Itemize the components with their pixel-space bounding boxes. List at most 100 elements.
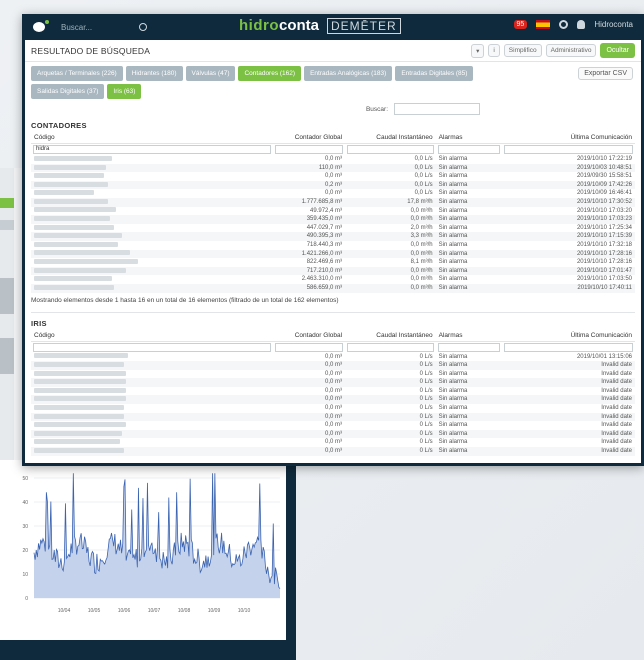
table-row[interactable]: 0,0 m³ 0 L/s Sin alarma 2019/10/01 13:15:06 bbox=[31, 353, 635, 362]
filter-toggle[interactable]: ▾ bbox=[471, 43, 485, 58]
simplified-view-button[interactable]: Simplifico bbox=[503, 44, 542, 57]
export-csv-button[interactable]: Exportar CSV bbox=[578, 67, 633, 80]
admin-view-button[interactable]: Administrativo bbox=[545, 44, 597, 57]
cell-code-redacted[interactable] bbox=[31, 232, 273, 241]
table-row[interactable]: 359.435,0 m³ 0,0 m³/h Sin alarma 2019/10/10… bbox=[31, 215, 635, 224]
column-header-flow[interactable]: Caudal Instantáneo bbox=[345, 132, 436, 144]
table-row[interactable]: 0,0 m³ 0 L/s Sin alarma Invalid date bbox=[31, 438, 635, 447]
table-row[interactable]: 0,0 m³ 0 L/s Sin alarma Invalid date bbox=[31, 447, 635, 456]
last-comm-filter-input[interactable] bbox=[504, 145, 633, 154]
hide-button[interactable]: Ocultar bbox=[600, 43, 635, 58]
settings-gear-icon[interactable] bbox=[559, 20, 569, 29]
table-row[interactable]: 717.210,0 m³ 0,0 m³/h Sin alarma 2019/10/10… bbox=[31, 266, 635, 276]
global-filter-input[interactable] bbox=[274, 145, 344, 154]
cell-code-redacted[interactable] bbox=[31, 404, 273, 413]
table-row[interactable]: 0,0 m³ 0 L/s Sin alarma Invalid date bbox=[31, 395, 635, 405]
cell-code-redacted[interactable] bbox=[31, 429, 273, 439]
cell-code-redacted[interactable] bbox=[31, 155, 273, 164]
table-row[interactable]: 1.777.685,8 m³ 17,8 m³/h Sin alarma 2019/10… bbox=[31, 197, 635, 207]
cell-code-redacted[interactable] bbox=[31, 395, 273, 405]
cell-code-redacted[interactable] bbox=[31, 197, 273, 207]
table-search-input[interactable] bbox=[394, 103, 481, 115]
table-row[interactable]: 0,2 m³ 0,0 L/s Sin alarma 2019/10/09 17:42:… bbox=[31, 180, 635, 190]
table-row[interactable]: 822.469,6 m³ 8,1 m³/h Sin alarma 2019/10/10… bbox=[31, 258, 635, 267]
table-row[interactable]: 0,0 m³ 0 L/s Sin alarma Invalid date bbox=[31, 370, 635, 379]
code-filter-input[interactable]: hidra bbox=[33, 145, 271, 154]
table-row[interactable]: 0,0 m³ 0 L/s Sin alarma Invalid date bbox=[31, 421, 635, 430]
cell-code-redacted[interactable] bbox=[31, 189, 273, 198]
tab-0[interactable]: Arquetas / Terminales (226) bbox=[31, 66, 123, 81]
tab-5[interactable]: Entradas Digitales (85) bbox=[395, 66, 474, 81]
table-row[interactable]: 0,0 m³ 0 L/s Sin alarma Invalid date bbox=[31, 361, 635, 370]
cell-code-redacted[interactable] bbox=[31, 180, 273, 190]
user-menu[interactable]: Hidroconta bbox=[594, 20, 633, 29]
cell-code-redacted[interactable] bbox=[31, 215, 273, 224]
cell-flow: 0,0 m³/h bbox=[345, 266, 436, 276]
column-header-code[interactable]: Código bbox=[31, 329, 273, 342]
table-row[interactable]: 0,0 m³ 0 L/s Sin alarma Invalid date bbox=[31, 412, 635, 422]
column-header-alarms[interactable]: Alarmas bbox=[435, 132, 503, 144]
table-row[interactable]: 2.463.310,0 m³ 0,0 m³/h Sin alarma 2019/10/… bbox=[31, 275, 635, 284]
table-row[interactable]: 1.421.266,0 m³ 0,0 m³/h Sin alarma 2019/10/… bbox=[31, 249, 635, 259]
cell-code-redacted[interactable] bbox=[31, 370, 273, 379]
table-row[interactable]: 0,0 m³ 0,0 L/s Sin alarma 2019/10/10 17:22:… bbox=[31, 155, 635, 164]
cell-code-redacted[interactable] bbox=[31, 275, 273, 284]
flow-filter-input[interactable] bbox=[347, 342, 434, 352]
column-header-last-comm[interactable]: Última Comunicación bbox=[502, 329, 635, 342]
search-icon[interactable] bbox=[139, 23, 147, 31]
language-flag-icon[interactable] bbox=[536, 20, 551, 29]
cell-global: 0,0 m³ bbox=[325, 173, 343, 180]
cell-code-redacted[interactable] bbox=[31, 387, 273, 396]
column-header-global[interactable]: Contador Global bbox=[272, 329, 346, 342]
tab-4[interactable]: Entradas Analógicas (183) bbox=[304, 66, 393, 81]
cell-code-redacted[interactable] bbox=[31, 207, 273, 216]
table-row[interactable]: 0,0 m³ 0 L/s Sin alarma Invalid date bbox=[31, 429, 635, 439]
tab-3[interactable]: Contadores (162) bbox=[238, 66, 302, 81]
cell-code-redacted[interactable] bbox=[31, 172, 273, 181]
table-row[interactable]: 0,0 m³ 0 L/s Sin alarma Invalid date bbox=[31, 387, 635, 396]
alarms-filter-input[interactable] bbox=[437, 342, 501, 352]
cell-code-redacted[interactable] bbox=[31, 249, 273, 259]
tab-2[interactable]: Válvulas (47) bbox=[185, 66, 236, 81]
app-logo-icon[interactable] bbox=[33, 20, 49, 32]
info-toggle[interactable]: i bbox=[488, 44, 500, 57]
tab-1[interactable]: Hidrantes (180) bbox=[125, 66, 183, 81]
table-row[interactable]: 490.395,3 m³ 3,3 m³/h Sin alarma 2019/10/10… bbox=[31, 232, 635, 241]
table-row[interactable]: 0,0 m³ 0,0 L/s Sin alarma 2019/09/30 15:58:… bbox=[31, 172, 635, 181]
alarms-filter-input[interactable] bbox=[437, 145, 501, 154]
tab-6[interactable]: Salidas Digitales (37) bbox=[31, 84, 105, 99]
cell-code-redacted[interactable] bbox=[31, 258, 273, 267]
table-row[interactable]: 447.029,7 m³ 2,0 m³/h Sin alarma 2019/10/10… bbox=[31, 224, 635, 233]
flow-filter-input[interactable] bbox=[347, 145, 434, 154]
cell-code-redacted[interactable] bbox=[31, 421, 273, 430]
cell-code-redacted[interactable] bbox=[31, 353, 273, 362]
column-header-alarms[interactable]: Alarmas bbox=[435, 329, 503, 342]
column-header-last-comm[interactable]: Última Comunicación bbox=[502, 132, 635, 144]
cell-code-redacted[interactable] bbox=[31, 224, 273, 233]
column-header-global[interactable]: Contador Global bbox=[272, 132, 346, 144]
column-header-code[interactable]: Código bbox=[31, 132, 273, 144]
tab-7[interactable]: Iris (63) bbox=[107, 84, 142, 99]
cell-code-redacted[interactable] bbox=[31, 241, 273, 250]
top-search-input[interactable]: Buscar... bbox=[61, 23, 131, 32]
table-row[interactable]: 0,0 m³ 0 L/s Sin alarma Invalid date bbox=[31, 378, 635, 387]
last-comm-filter-input[interactable] bbox=[504, 342, 633, 352]
notifications-badge[interactable]: 95 bbox=[513, 20, 528, 29]
cell-code-redacted[interactable] bbox=[31, 266, 273, 276]
table-row[interactable]: 0,0 m³ 0,0 L/s Sin alarma 2019/10/09 16:46:… bbox=[31, 189, 635, 198]
cell-code-redacted[interactable] bbox=[31, 438, 273, 447]
column-header-flow[interactable]: Caudal Instantáneo bbox=[345, 329, 436, 342]
cell-code-redacted[interactable] bbox=[31, 447, 273, 456]
table-row[interactable]: 0,0 m³ 0 L/s Sin alarma Invalid date bbox=[31, 404, 635, 413]
cell-code-redacted[interactable] bbox=[31, 283, 273, 293]
cell-code-redacted[interactable] bbox=[31, 378, 273, 387]
cell-code-redacted[interactable] bbox=[31, 163, 273, 173]
code-filter-input[interactable] bbox=[33, 342, 271, 352]
table-row[interactable]: 586.659,0 m³ 0,0 m³/h Sin alarma 2019/10/10… bbox=[31, 283, 635, 293]
cell-code-redacted[interactable] bbox=[31, 361, 273, 370]
table-row[interactable]: 110,0 m³ 0,0 L/s Sin alarma 2019/10/03 10:4… bbox=[31, 163, 635, 173]
cell-code-redacted[interactable] bbox=[31, 412, 273, 422]
table-row[interactable]: 718.440,3 m³ 0,0 m³/h Sin alarma 2019/10/10… bbox=[31, 241, 635, 250]
global-filter-input[interactable] bbox=[274, 342, 344, 352]
table-row[interactable]: 49.972,4 m³ 0,0 m³/h Sin alarma 2019/10/10 … bbox=[31, 207, 635, 216]
